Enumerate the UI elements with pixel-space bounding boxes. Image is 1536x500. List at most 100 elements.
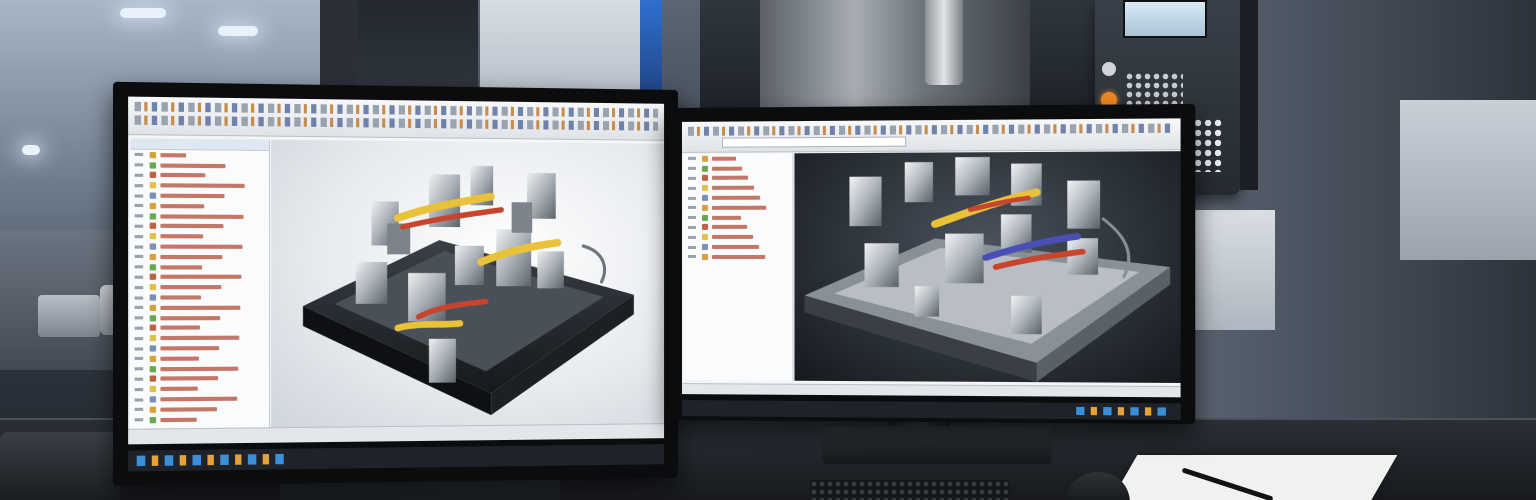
tree-item-index bbox=[687, 157, 696, 161]
tree-item-label bbox=[160, 335, 240, 341]
tree-item-index bbox=[134, 204, 144, 208]
tree-item-label bbox=[160, 386, 198, 392]
feature-icon bbox=[149, 365, 157, 372]
tree-item[interactable] bbox=[130, 414, 269, 426]
feature-icon bbox=[701, 165, 708, 172]
cad-toolbar[interactable] bbox=[681, 118, 1181, 153]
feature-icon bbox=[149, 243, 157, 250]
tree-item[interactable] bbox=[130, 303, 269, 313]
tree-item-index bbox=[687, 206, 696, 210]
tree-item[interactable] bbox=[130, 231, 269, 242]
tree-item-index bbox=[134, 224, 144, 228]
tree-item[interactable] bbox=[130, 313, 269, 323]
tree-item[interactable] bbox=[130, 252, 269, 262]
taskbar[interactable] bbox=[681, 400, 1181, 420]
tree-item[interactable] bbox=[130, 272, 269, 282]
tree-item-label bbox=[160, 224, 224, 229]
feature-icon bbox=[701, 224, 708, 231]
feature-icon bbox=[149, 263, 157, 271]
cad-screen-left[interactable] bbox=[128, 96, 665, 445]
tree-item-label bbox=[160, 275, 242, 280]
tree-item-label bbox=[711, 205, 767, 210]
keyboard[interactable] bbox=[810, 480, 1010, 500]
feature-icon bbox=[701, 175, 708, 182]
ceiling-light bbox=[218, 26, 258, 36]
feature-icon bbox=[701, 214, 708, 221]
cad-toolbar[interactable] bbox=[128, 96, 665, 141]
tree-item-index bbox=[687, 225, 696, 229]
status-bar bbox=[681, 383, 1181, 398]
tree-item-index bbox=[134, 316, 144, 320]
feature-tree[interactable] bbox=[683, 153, 794, 381]
taskbar-app-icons[interactable] bbox=[1076, 406, 1171, 416]
tree-item[interactable] bbox=[130, 211, 269, 222]
tree-item-index bbox=[687, 255, 696, 259]
tree-item[interactable] bbox=[130, 292, 269, 302]
monitor-stand-base bbox=[822, 426, 1052, 464]
cnc-machine-window bbox=[760, 0, 1030, 110]
control-knob bbox=[1102, 62, 1116, 76]
tree-item[interactable] bbox=[684, 252, 792, 262]
tree-item[interactable] bbox=[684, 173, 792, 183]
tree-item-index bbox=[687, 216, 696, 220]
feature-icon bbox=[701, 194, 708, 201]
control-buttons bbox=[1193, 118, 1223, 172]
cnc-spindle bbox=[925, 0, 963, 85]
toolbar-icons[interactable] bbox=[134, 115, 659, 131]
tree-item-label bbox=[160, 285, 222, 290]
tree-item-index bbox=[134, 275, 144, 279]
tree-item[interactable] bbox=[684, 222, 792, 232]
tree-item-label bbox=[160, 203, 205, 209]
feature-icon bbox=[149, 162, 157, 169]
tree-item-index bbox=[134, 306, 144, 310]
feature-icon bbox=[149, 355, 157, 362]
tree-item-label bbox=[711, 254, 766, 259]
tree-item[interactable] bbox=[130, 333, 269, 344]
taskbar[interactable] bbox=[128, 444, 665, 472]
tree-item-label bbox=[711, 176, 749, 181]
tree-item-label bbox=[160, 396, 238, 402]
tree-item-label bbox=[160, 305, 241, 310]
tree-item[interactable] bbox=[684, 163, 792, 173]
cad-screen-right[interactable] bbox=[681, 118, 1181, 398]
monitor-right bbox=[668, 103, 1196, 425]
tree-item-label bbox=[160, 244, 243, 249]
tree-item-label bbox=[160, 152, 187, 158]
tree-item[interactable] bbox=[684, 183, 792, 193]
tree-item[interactable] bbox=[130, 262, 269, 272]
monitor-left bbox=[112, 81, 678, 487]
tree-item[interactable] bbox=[684, 153, 792, 163]
3d-fixture-model bbox=[804, 157, 1171, 383]
tree-item[interactable] bbox=[684, 203, 792, 213]
tree-item[interactable] bbox=[684, 212, 792, 222]
feature-tree[interactable] bbox=[130, 138, 271, 430]
tree-item[interactable] bbox=[684, 242, 792, 252]
tree-item-index bbox=[134, 387, 144, 391]
tree-item[interactable] bbox=[130, 201, 269, 212]
tree-item[interactable] bbox=[130, 323, 269, 334]
feature-icon bbox=[701, 244, 708, 251]
tree-item-index bbox=[134, 234, 144, 238]
tree-item-index bbox=[134, 296, 144, 300]
tree-item-index bbox=[134, 326, 144, 330]
feature-icon bbox=[149, 335, 157, 342]
tree-item[interactable] bbox=[130, 241, 269, 252]
tree-item-label bbox=[160, 346, 220, 351]
feature-icon bbox=[149, 233, 157, 240]
toolbar-icons[interactable] bbox=[687, 123, 1175, 136]
tree-item[interactable] bbox=[130, 343, 269, 354]
feature-icon bbox=[149, 396, 157, 403]
taskbar-app-icons[interactable] bbox=[136, 453, 286, 467]
feature-icon bbox=[149, 182, 157, 189]
tree-item-label bbox=[160, 417, 197, 422]
3d-viewport[interactable] bbox=[271, 139, 665, 429]
toolbar-field[interactable] bbox=[722, 136, 907, 148]
tree-item[interactable] bbox=[130, 282, 269, 292]
3d-viewport[interactable] bbox=[794, 151, 1181, 383]
tree-item[interactable] bbox=[130, 221, 269, 232]
tree-item[interactable] bbox=[684, 232, 792, 242]
tree-item[interactable] bbox=[684, 193, 792, 203]
tree-item-index bbox=[134, 357, 144, 361]
tree-item-label bbox=[711, 156, 737, 161]
tree-item-index bbox=[687, 235, 696, 239]
